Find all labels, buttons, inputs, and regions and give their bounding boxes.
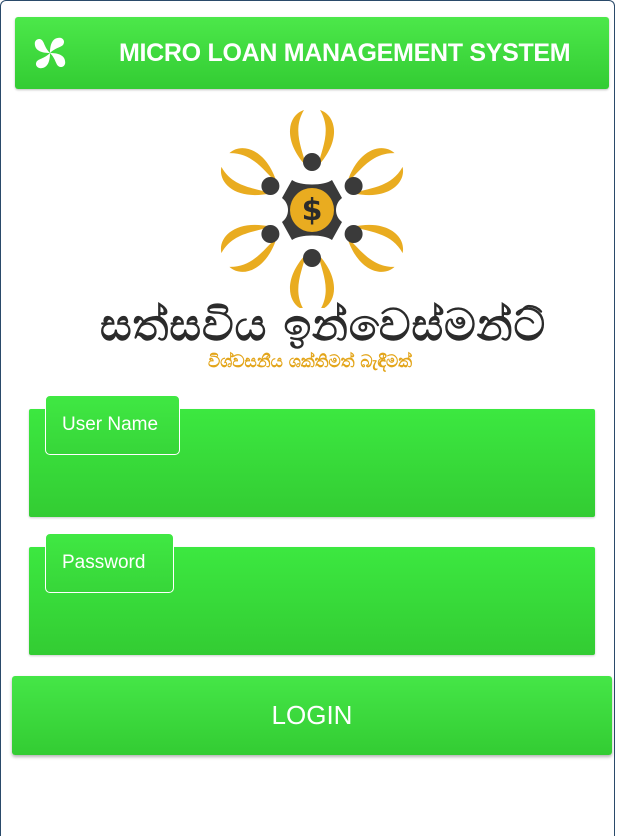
brand-name: සත්සවිය ඉන්වෙස්මන්ට් bbox=[100, 300, 547, 351]
password-input[interactable] bbox=[219, 577, 613, 619]
sun-people-dollar-logo: $ bbox=[220, 110, 404, 308]
dollar-symbol: $ bbox=[302, 193, 323, 228]
brand-tagline: විශ්වසනීය ශක්තිමත් බැඳීමක් bbox=[207, 352, 413, 372]
username-input[interactable] bbox=[219, 439, 613, 481]
username-label: User Name bbox=[45, 395, 180, 455]
pinwheel-icon bbox=[34, 37, 66, 69]
login-button[interactable]: LOGIN bbox=[12, 676, 612, 755]
app-title: MICRO LOAN MANAGEMENT SYSTEM bbox=[119, 39, 571, 67]
app-header: MICRO LOAN MANAGEMENT SYSTEM bbox=[15, 17, 609, 89]
password-label: Password bbox=[45, 533, 174, 593]
